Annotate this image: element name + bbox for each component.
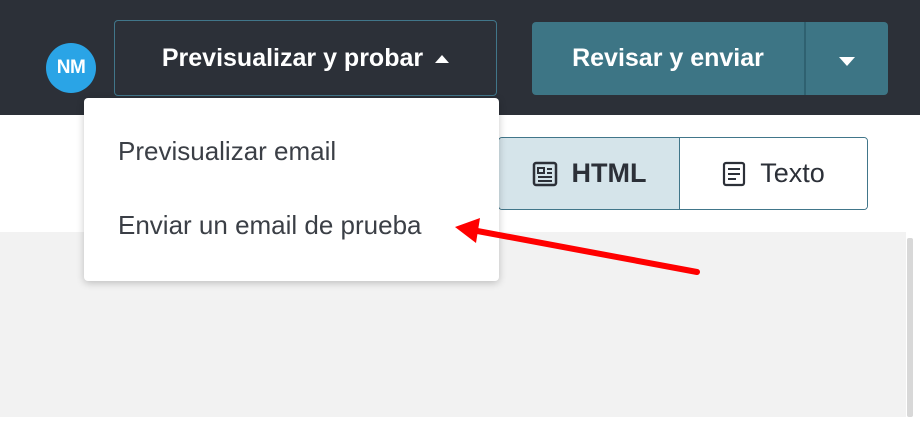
caret-up-icon (435, 55, 450, 63)
menu-item-send-test-email[interactable]: Enviar un email de prueba (118, 210, 422, 241)
caret-down-icon (839, 57, 855, 66)
send-options-dropdown-button[interactable] (806, 22, 888, 95)
text-view-icon (722, 161, 746, 187)
avatar[interactable]: NM (46, 43, 96, 93)
scrollbar[interactable] (907, 238, 913, 417)
preview-and-test-label: Previsualizar y probar (161, 43, 424, 72)
avatar-initials: NM (56, 57, 86, 78)
preview-test-dropdown-menu: Previsualizar email Enviar un email de p… (84, 98, 499, 281)
html-view-label: HTML (571, 158, 647, 188)
menu-item-preview-email[interactable]: Previsualizar email (118, 136, 336, 167)
review-send-button-group: Revisar y enviar (532, 22, 888, 95)
preview-and-test-button[interactable]: Previsualizar y probar (114, 20, 497, 96)
text-view-label: Texto (760, 158, 825, 188)
review-and-send-button[interactable]: Revisar y enviar (532, 22, 804, 95)
html-view-button[interactable]: HTML (499, 138, 680, 209)
html-view-icon (532, 161, 558, 187)
review-and-send-label: Revisar y enviar (572, 44, 764, 72)
view-mode-toggle: HTML Texto (498, 137, 868, 210)
text-view-button[interactable]: Texto (680, 138, 867, 209)
